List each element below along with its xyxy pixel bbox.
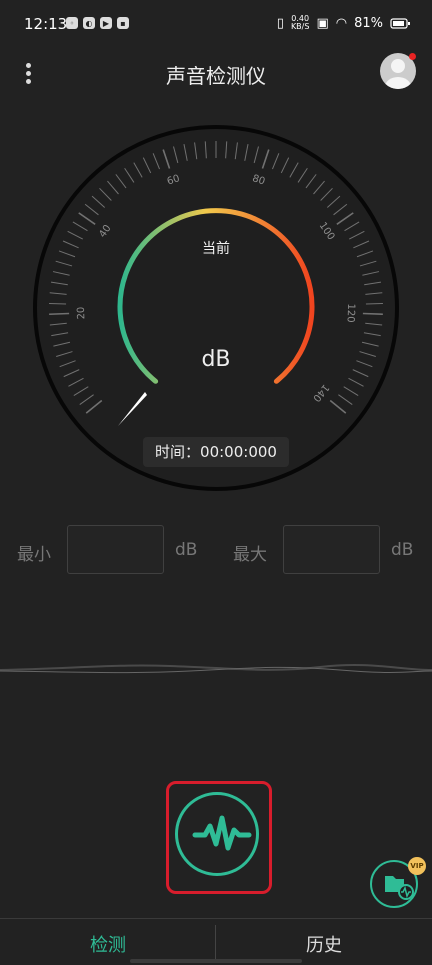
tab-history[interactable]: 历史 <box>216 931 432 957</box>
min-label: 最小 <box>17 540 51 565</box>
status-bar: 12:13 ◦ ◐ ▶ ▪ ▯ 0.40 KB/S ▣ ◠ 81% <box>0 0 432 50</box>
vibrate-icon: ▯ <box>277 16 284 31</box>
browser-app-icon: ◐ <box>83 17 95 29</box>
status-app-icons: ◦ ◐ ▶ ▪ <box>66 17 129 29</box>
wifi-icon: ◠ <box>336 16 347 31</box>
page-title: 声音检测仪 <box>0 60 432 89</box>
min-unit: dB <box>175 540 197 560</box>
max-label: 最大 <box>233 540 267 565</box>
vip-badge: VIP <box>408 857 426 875</box>
notification-dot <box>409 53 416 60</box>
max-value-box <box>283 525 380 574</box>
gauge-tick-label: 20 <box>76 306 87 319</box>
waveform-icon <box>178 795 256 873</box>
status-time: 12:13 <box>24 15 67 33</box>
timer-display: 时间：00:00:000 <box>143 437 289 467</box>
status-indicators: ▯ 0.40 KB/S ▣ ◠ 81% <box>277 15 410 31</box>
current-label: 当前 <box>202 240 230 257</box>
app-header: 声音检测仪 <box>0 50 432 96</box>
start-detection-button[interactable] <box>175 792 259 876</box>
audio-waveform-line <box>0 655 432 685</box>
bottom-navigation: 检测 历史 <box>0 918 432 965</box>
gauge-unit: dB <box>201 347 230 372</box>
video-app-icon: ▶ <box>100 17 112 29</box>
network-speed-unit: KB/S <box>291 23 310 31</box>
min-value-box <box>67 525 164 574</box>
battery-icon <box>390 18 410 29</box>
gauge-tick <box>363 313 383 314</box>
gauge-tick-label: 120 <box>345 303 357 322</box>
message-app-icon: ▪ <box>117 17 129 29</box>
gauge-tick <box>49 313 69 314</box>
sim-icon: ▣ <box>316 16 328 31</box>
tab-detect[interactable]: 检测 <box>0 931 216 957</box>
home-indicator <box>130 959 302 963</box>
notification-app-icon: ◦ <box>66 17 78 29</box>
max-unit: dB <box>391 540 413 560</box>
network-speed: 0.40 KB/S <box>291 15 310 31</box>
battery-percent: 81% <box>354 16 383 31</box>
